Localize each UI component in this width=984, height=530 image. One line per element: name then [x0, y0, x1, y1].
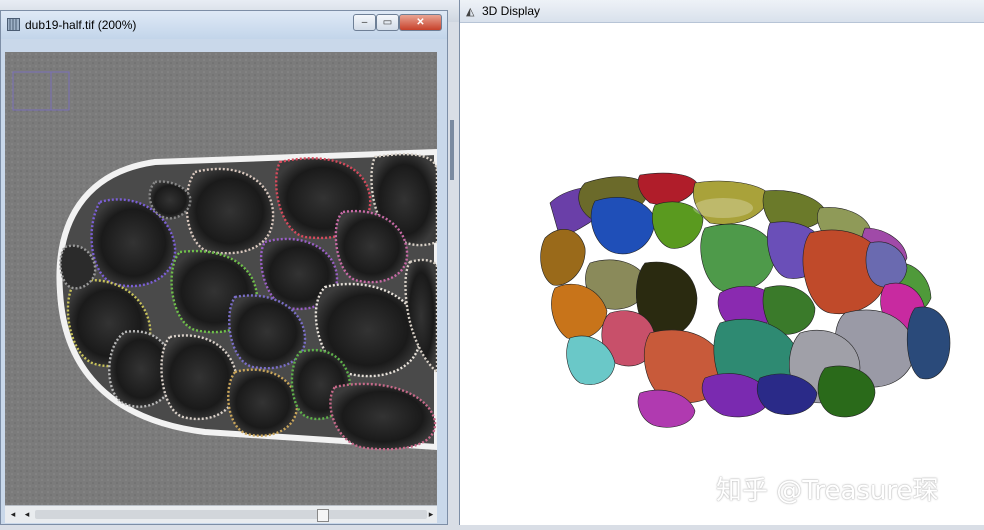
scroll-left-arrow-icon[interactable]: ◂ [7, 508, 19, 520]
scroll-track[interactable] [35, 509, 427, 522]
scroll-left-button-icon[interactable]: ◂ [21, 508, 33, 520]
image-window-titlebar[interactable]: dub19-half.tif (200%) – ▭ ✕ [1, 11, 447, 39]
horizontal-scrollbar[interactable]: ◂ ◂ ▸ [5, 505, 437, 523]
maximize-button[interactable]: ▭ [376, 14, 399, 31]
microscopy-image [5, 52, 437, 512]
image-file-icon [7, 18, 20, 31]
3d-render-canvas[interactable] [465, 23, 980, 525]
window-title: dub19-half.tif (200%) [25, 18, 137, 32]
image-window[interactable]: dub19-half.tif (200%) – ▭ ✕ ◂ ◂ ▸ [0, 10, 448, 525]
3d-display-titlebar[interactable]: ◭ 3D Display [460, 0, 984, 23]
display-app-icon: ◭ [466, 6, 475, 18]
minimize-button[interactable]: – [353, 14, 376, 31]
microscopy-image-canvas[interactable] [5, 52, 437, 512]
3d-display-window[interactable]: ◭ 3D Display [459, 0, 984, 525]
3d-embryo-render [540, 172, 951, 428]
window-splitter[interactable] [450, 120, 454, 180]
close-button[interactable]: ✕ [399, 14, 442, 31]
scroll-thumb[interactable] [317, 509, 329, 522]
watermark-text: 知乎 @Treasure琛 [716, 476, 939, 506]
scroll-right-arrow-icon[interactable]: ▸ [425, 508, 437, 520]
window-title: 3D Display [482, 4, 541, 18]
